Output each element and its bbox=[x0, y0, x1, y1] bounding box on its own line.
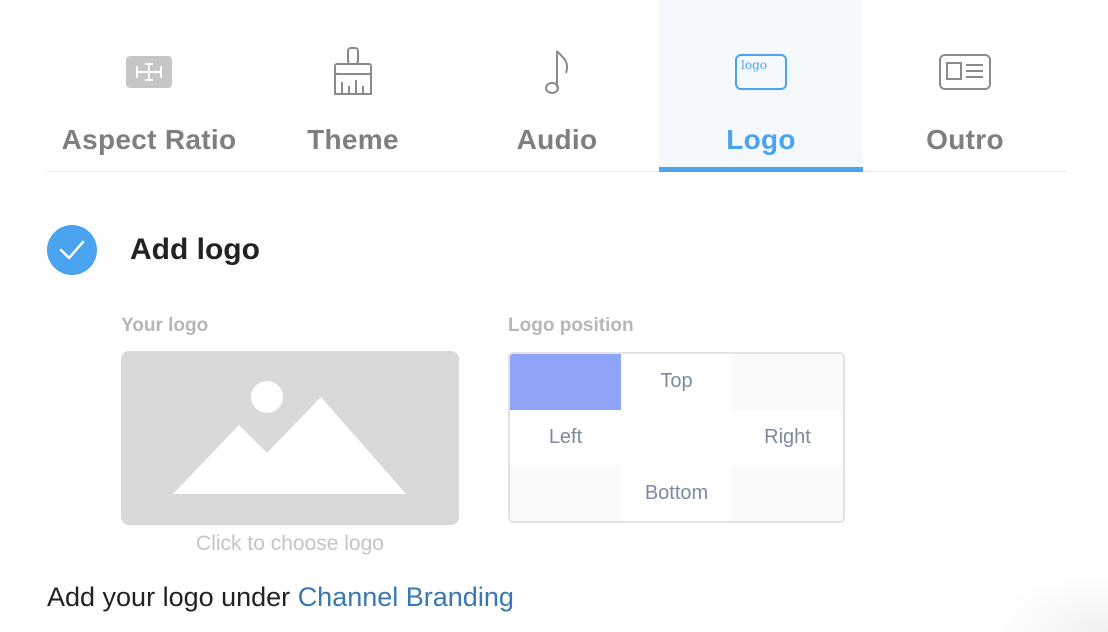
position-top[interactable]: Top bbox=[621, 354, 732, 410]
corner-shadow bbox=[988, 572, 1108, 632]
outro-icon bbox=[863, 44, 1067, 100]
music-note-icon bbox=[455, 44, 659, 100]
logo-position-grid: Top Left Right Bottom bbox=[508, 352, 845, 523]
position-right[interactable]: Right bbox=[732, 410, 843, 466]
tab-label: Aspect Ratio bbox=[61, 124, 237, 155]
tab-label: Logo bbox=[726, 124, 796, 155]
image-placeholder-icon bbox=[173, 381, 406, 494]
add-logo-label: Add logo bbox=[130, 233, 260, 266]
logo-position-label: Logo position bbox=[508, 315, 634, 336]
position-bottom-left[interactable] bbox=[510, 465, 621, 521]
footer-note: Add your logo under Channel Branding bbox=[47, 582, 514, 613]
your-logo-label: Your logo bbox=[121, 315, 209, 336]
checkmark-icon bbox=[59, 240, 85, 260]
position-top-left[interactable] bbox=[510, 354, 621, 410]
channel-branding-link[interactable]: Channel Branding bbox=[298, 582, 514, 612]
aspect-ratio-icon bbox=[47, 44, 251, 100]
logo-upload-area[interactable] bbox=[121, 351, 459, 525]
tab-outro[interactable]: Outro bbox=[863, 0, 1067, 171]
tab-aspect-ratio[interactable]: Aspect Ratio bbox=[47, 0, 251, 171]
footer-text: Add your logo under bbox=[47, 582, 298, 612]
position-bottom-right[interactable] bbox=[732, 465, 843, 521]
logo-settings-panel: Aspect Ratio Theme Audio logo Logo Outro… bbox=[0, 0, 1108, 632]
logo-icon-text: logo bbox=[741, 58, 767, 72]
add-logo-row: Add logo bbox=[47, 225, 260, 275]
tab-label: Outro bbox=[926, 124, 1004, 155]
settings-tabs: Aspect Ratio Theme Audio logo Logo Outro bbox=[47, 0, 1067, 172]
position-center[interactable] bbox=[621, 410, 732, 466]
tab-theme[interactable]: Theme bbox=[251, 0, 455, 171]
tab-label: Theme bbox=[307, 124, 399, 155]
tab-label: Audio bbox=[516, 124, 598, 155]
position-bottom[interactable]: Bottom bbox=[621, 465, 732, 521]
tab-audio[interactable]: Audio bbox=[455, 0, 659, 171]
logo-icon: logo bbox=[659, 44, 863, 100]
position-left[interactable]: Left bbox=[510, 410, 621, 466]
paintbrush-icon bbox=[251, 44, 455, 100]
position-top-right[interactable] bbox=[732, 354, 843, 410]
choose-logo-hint[interactable]: Click to choose logo bbox=[121, 532, 459, 556]
tab-logo[interactable]: logo Logo bbox=[659, 0, 863, 172]
add-logo-checkbox[interactable] bbox=[47, 225, 97, 275]
